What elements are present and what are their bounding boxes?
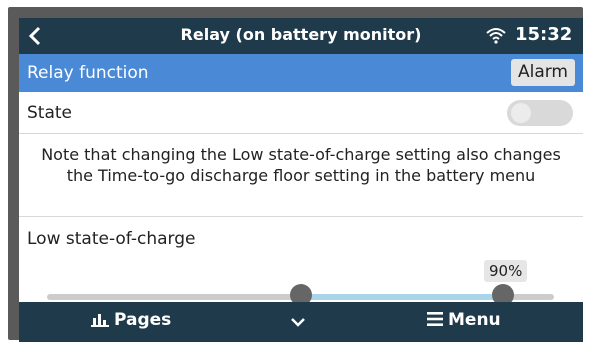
wifi-icon — [486, 28, 506, 44]
slider-value-badge: 90% — [484, 260, 528, 282]
device-screen: Relay (on battery monitor) 15:32 Relay f… — [19, 18, 583, 342]
info-note: Note that changing the Low state-of-char… — [19, 134, 583, 217]
chevron-down-icon[interactable] — [289, 314, 307, 330]
bottom-bar: Pages Menu — [19, 302, 583, 342]
low-soc-label: Low state-of-charge — [27, 229, 196, 249]
menu-icon — [427, 312, 443, 326]
state-label: State — [27, 103, 72, 123]
pages-label: Pages — [114, 310, 172, 330]
pages-button[interactable]: Pages — [91, 310, 171, 334]
settings-list: Relay function Alarm State Note that cha… — [19, 54, 583, 314]
relay-function-label: Relay function — [27, 63, 149, 83]
state-toggle[interactable] — [507, 100, 573, 126]
menu-label: Menu — [448, 310, 501, 330]
title-bar: Relay (on battery monitor) 15:32 — [19, 18, 583, 54]
clock: 15:32 — [515, 24, 573, 45]
state-row: State — [19, 92, 583, 134]
relay-function-row[interactable]: Relay function Alarm — [19, 54, 583, 92]
slider-range-fill — [300, 294, 504, 300]
menu-button[interactable]: Menu — [427, 310, 501, 334]
low-soc-row: Low state-of-charge 90% — [19, 217, 583, 314]
pages-icon — [91, 314, 109, 327]
toggle-knob — [511, 103, 531, 123]
note-text: Note that changing the Low state-of-char… — [41, 145, 561, 185]
relay-function-value[interactable]: Alarm — [510, 59, 575, 86]
